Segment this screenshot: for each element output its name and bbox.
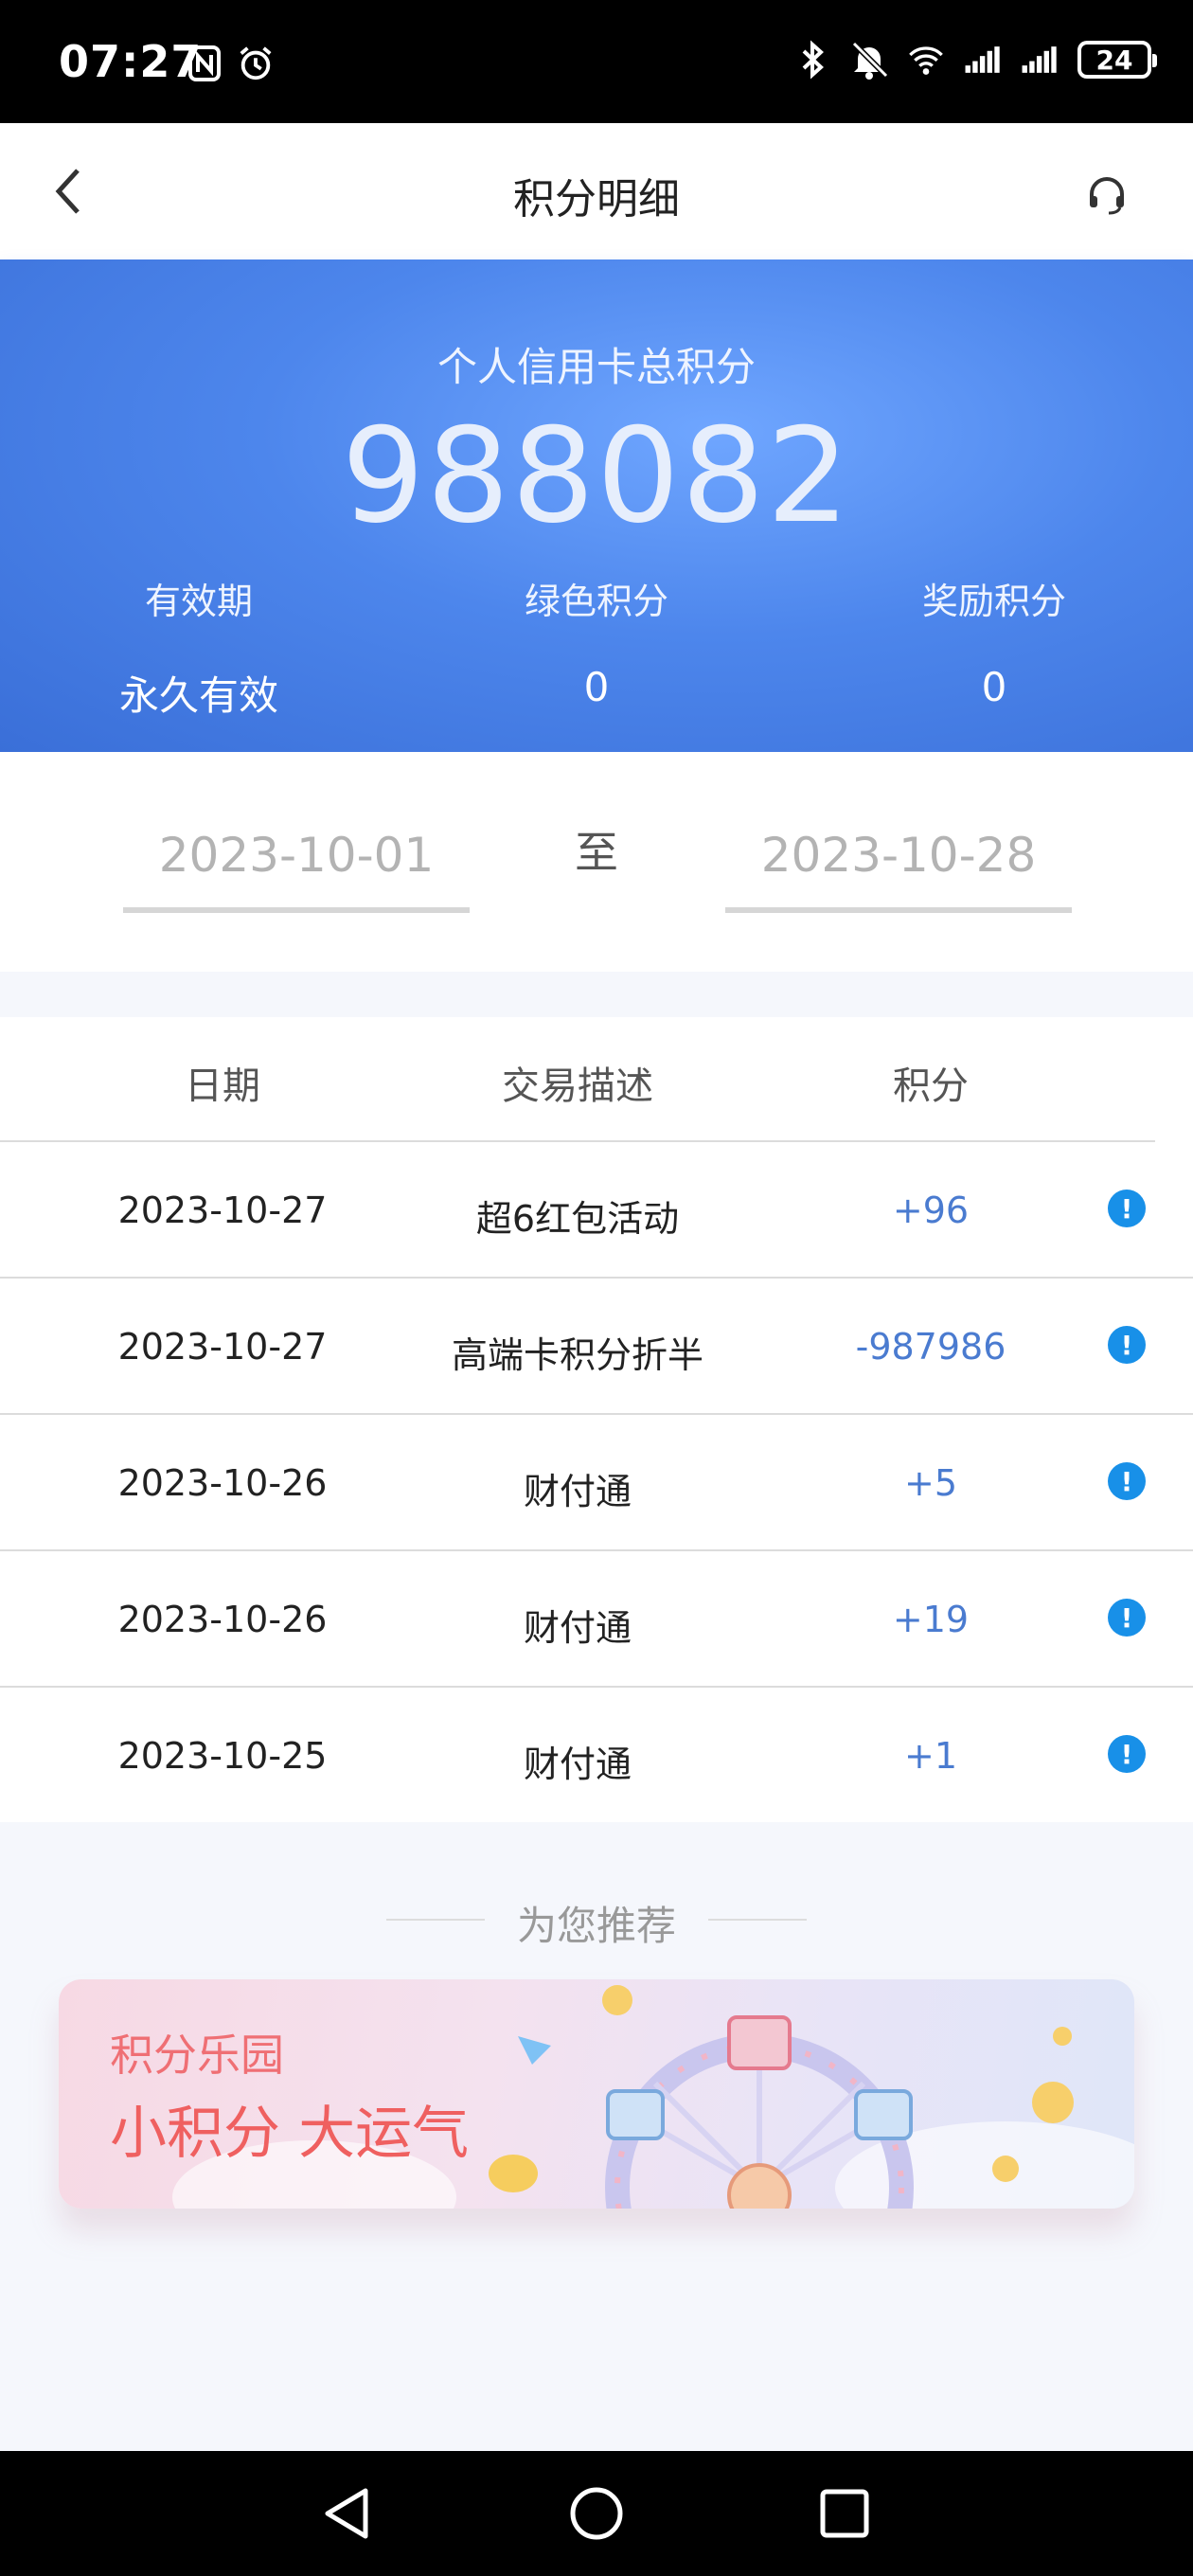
nfc-icon [186, 42, 223, 85]
row-description: 财付通 [523, 1607, 632, 1649]
date-range-filter: 2023-10-01 至 2023-10-28 [0, 752, 1193, 972]
points-summary-card: 个人信用卡总积分 988082 有效期 永久有效 绿色积分 0 奖励积分 0 [0, 259, 1193, 752]
wifi-icon [907, 38, 945, 81]
green-points-value: 0 [583, 664, 610, 710]
status-time: 07:27 [59, 36, 203, 87]
row-points: +1 [903, 1735, 958, 1777]
row-points: -987986 [855, 1326, 1006, 1368]
info-icon[interactable]: ! [1108, 1462, 1146, 1500]
total-points-label: 个人信用卡总积分 [436, 344, 756, 390]
row-date: 2023-10-26 [117, 1599, 328, 1640]
system-nav-bar [0, 2451, 1193, 2576]
signal-icon [964, 38, 1002, 81]
status-bar: 07:27 24 [0, 0, 1193, 123]
date-separator: 至 [575, 827, 618, 878]
banner-subtitle: 积分乐园 [110, 2030, 284, 2081]
bluetooth-icon [793, 38, 831, 81]
points-table: 日期 交易描述 积分 2023-10-27 超6红包活动 +96 ! 2023-… [0, 1017, 1193, 1822]
ferris-wheel-illustration [518, 1985, 1074, 2209]
triangle-back-icon [325, 2488, 368, 2539]
recommend-title: 为您推荐 [516, 1903, 676, 1949]
signal-icon [1021, 38, 1059, 81]
column-header-points: 积分 [893, 1064, 969, 1108]
validity-value: 永久有效 [118, 672, 278, 719]
reward-points-value: 0 [981, 664, 1007, 710]
customer-service-button[interactable] [1074, 163, 1140, 229]
table-row[interactable]: 2023-10-26 财付通 +19 ! [0, 1551, 1193, 1688]
nav-recents-button[interactable] [814, 2483, 875, 2544]
nav-back-button[interactable] [316, 2483, 377, 2544]
mute-icon [850, 38, 888, 81]
page-title: 积分明细 [513, 175, 680, 224]
row-date: 2023-10-27 [117, 1190, 328, 1231]
info-icon[interactable]: ! [1108, 1735, 1146, 1773]
row-description: 财付通 [523, 1744, 632, 1785]
table-row[interactable]: 2023-10-26 财付通 +5 ! [0, 1415, 1193, 1551]
coin-icon [489, 2155, 538, 2192]
battery-indicator: 24 [1077, 41, 1157, 79]
table-row[interactable]: 2023-10-27 超6红包活动 +96 ! [0, 1142, 1193, 1279]
column-header-date: 日期 [185, 1064, 260, 1108]
table-row[interactable]: 2023-10-25 财付通 +1 ! [0, 1688, 1193, 1822]
info-icon[interactable]: ! [1108, 1599, 1146, 1637]
info-icon[interactable]: ! [1108, 1326, 1146, 1364]
green-points-label: 绿色积分 [524, 581, 668, 622]
banner-headline: 小积分 大运气 [110, 2101, 470, 2167]
green-points-column: 绿色积分 0 [454, 572, 739, 710]
row-description: 财付通 [523, 1471, 632, 1512]
row-date: 2023-10-25 [117, 1735, 328, 1777]
reward-points-label: 奖励积分 [921, 581, 1066, 622]
reward-points-column: 奖励积分 0 [852, 572, 1136, 710]
validity-label: 有效期 [144, 581, 253, 622]
row-date: 2023-10-27 [117, 1326, 328, 1368]
info-icon[interactable]: ! [1108, 1190, 1146, 1227]
start-date-field[interactable]: 2023-10-01 [123, 828, 470, 913]
row-description: 高端卡积分折半 [451, 1334, 703, 1376]
table-header: 日期 交易描述 积分 [0, 1017, 1155, 1142]
end-date-field[interactable]: 2023-10-28 [725, 828, 1072, 913]
row-points: +19 [892, 1599, 970, 1640]
points-park-banner[interactable]: 积分乐园 小积分 大运气 [59, 1979, 1134, 2209]
headset-icon [1090, 177, 1124, 215]
total-points-value: 988082 [341, 400, 852, 552]
app-header: 积分明细 [0, 123, 1193, 259]
alarm-icon [237, 42, 275, 85]
row-points: +96 [892, 1190, 970, 1231]
divider-right [708, 1919, 807, 1921]
table-row[interactable]: 2023-10-27 高端卡积分折半 -987986 ! [0, 1279, 1193, 1415]
row-date: 2023-10-26 [117, 1462, 328, 1504]
circle-home-icon [570, 2487, 623, 2540]
validity-column: 有效期 永久有效 [57, 572, 341, 722]
row-points: +5 [903, 1462, 958, 1504]
nav-home-button[interactable] [566, 2483, 627, 2544]
column-header-description: 交易描述 [502, 1064, 653, 1108]
square-recents-icon [820, 2489, 869, 2538]
row-description: 超6红包活动 [475, 1198, 680, 1240]
